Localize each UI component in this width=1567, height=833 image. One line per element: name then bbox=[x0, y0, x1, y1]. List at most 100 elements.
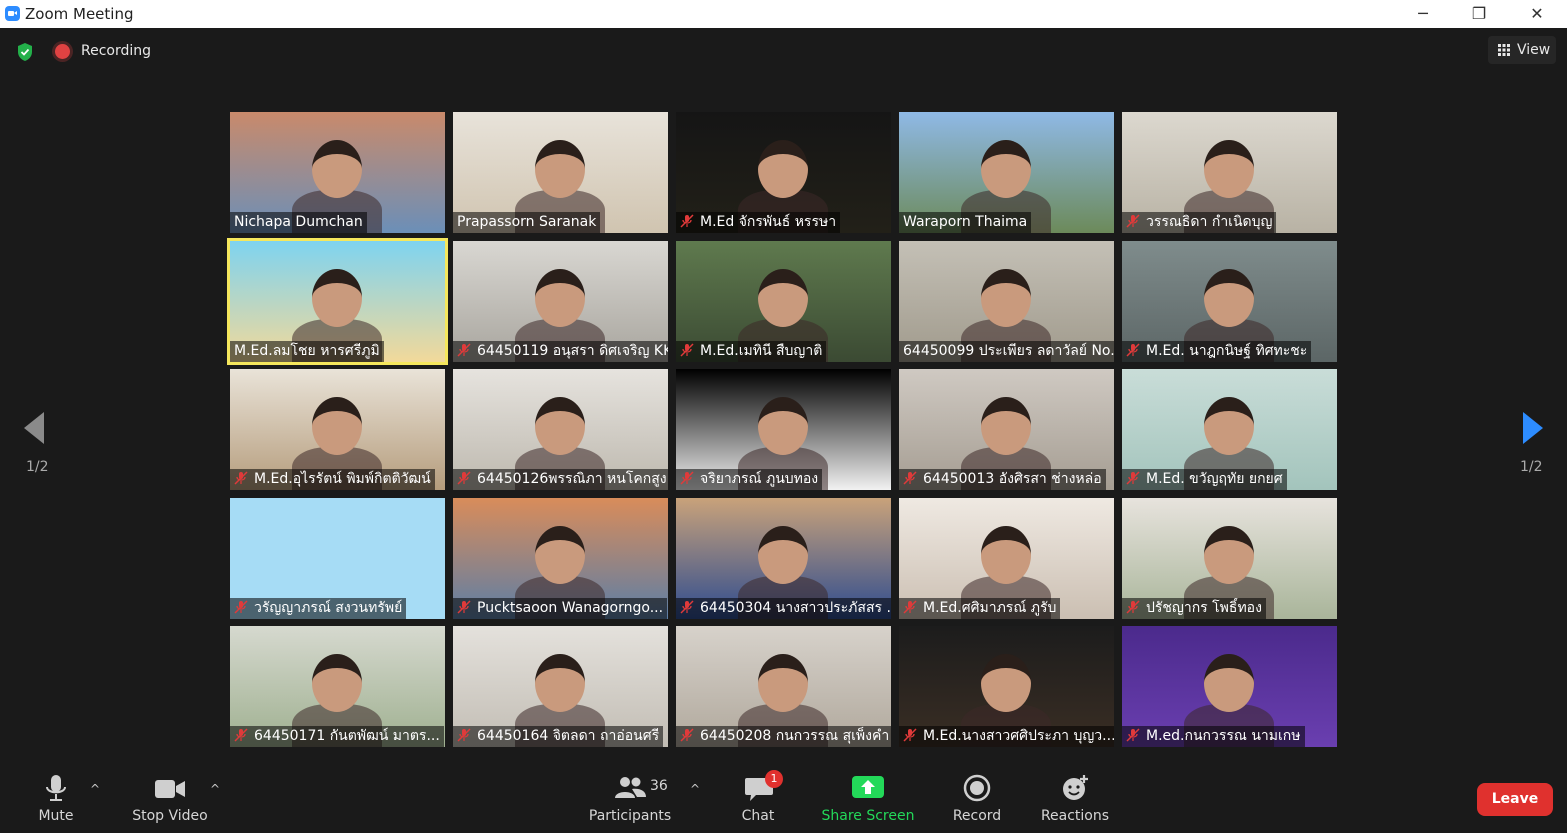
page-indicator-left: 1/2 bbox=[26, 459, 49, 475]
participant-tile[interactable]: Nichapa Dumchan bbox=[230, 112, 445, 233]
view-label: View bbox=[1517, 42, 1551, 58]
grid-view-icon bbox=[1498, 44, 1510, 56]
participants-button[interactable]: Participants bbox=[585, 766, 675, 833]
participant-tile[interactable]: 64450208 กนกวรรณ สุเพ็งคำ bbox=[676, 626, 891, 747]
participant-name-label: วรรณธิดา กำเนิดบุญ bbox=[1122, 212, 1277, 233]
participant-name-label: M.ed.กนกวรรณ นามเกษ bbox=[1122, 726, 1305, 747]
participant-tile[interactable]: จริยาภรณ์ ภูนบทอง bbox=[676, 369, 891, 490]
participant-name: M.Ed. ขวัญฤทัย ยกยศ bbox=[1146, 471, 1283, 487]
page-indicator-right: 1/2 bbox=[1520, 459, 1543, 475]
participant-name: M.Ed. นาฎกนิษฐ์ ทิศทะชะ bbox=[1146, 343, 1308, 359]
participant-name: Nichapa Dumchan bbox=[234, 214, 363, 230]
participant-video-face bbox=[758, 397, 808, 455]
previous-page-arrow-icon[interactable] bbox=[22, 410, 46, 446]
muted-mic-icon bbox=[457, 600, 471, 614]
audio-options-caret-icon[interactable]: ^ bbox=[90, 782, 100, 796]
record-button[interactable]: Record bbox=[946, 766, 1008, 833]
participant-name-label: 64450119 อนุสรา ดิศเจริญ KK bbox=[453, 341, 668, 362]
next-page-arrow-icon[interactable] bbox=[1521, 410, 1545, 446]
reactions-label: Reactions bbox=[1040, 808, 1110, 824]
participant-tile[interactable]: 64450164 จิตลดา ถาอ่อนศรี bbox=[453, 626, 668, 747]
participant-name: 64450013 อังศิรสา ช่างหล่อ bbox=[923, 471, 1102, 487]
participant-name-label: 64450208 กนกวรรณ สุเพ็งคำ bbox=[676, 726, 891, 747]
muted-mic-icon bbox=[1126, 471, 1140, 485]
participant-count: 36 bbox=[650, 778, 668, 794]
participant-video-face bbox=[312, 269, 362, 327]
participant-video-face bbox=[981, 654, 1031, 712]
participant-tile[interactable]: 64450304 นางสาวประภัสสร ... bbox=[676, 498, 891, 619]
muted-mic-icon bbox=[903, 471, 917, 485]
participant-tile[interactable]: M.ed.กนกวรรณ นามเกษ bbox=[1122, 626, 1337, 747]
participant-tile[interactable]: 64450099 ประเพียร ลดาวัลย์ No... bbox=[899, 241, 1114, 362]
encryption-shield-icon[interactable] bbox=[16, 42, 34, 62]
participant-tile[interactable]: M.Ed จักรพันธ์ หรรษา bbox=[676, 112, 891, 233]
participant-tile[interactable]: วรัญญาภรณ์ สงวนทรัพย์ bbox=[230, 498, 445, 619]
window-titlebar: Zoom Meeting ─ ❐ ✕ bbox=[0, 0, 1567, 28]
participants-icon bbox=[615, 777, 646, 798]
restore-button[interactable]: ❐ bbox=[1456, 0, 1502, 28]
participant-name: วรัญญาภรณ์ สงวนทรัพย์ bbox=[254, 600, 403, 616]
participant-name-label: จริยาภรณ์ ภูนบทอง bbox=[676, 469, 823, 490]
participant-video-face bbox=[981, 397, 1031, 455]
participant-tile[interactable]: วรรณธิดา กำเนิดบุญ bbox=[1122, 112, 1337, 233]
participant-name-label: ปรัชญากร โพธิ์ทอง bbox=[1122, 598, 1266, 619]
participant-tile[interactable]: M.Ed.ศศิมาภรณ์ ภูรับ bbox=[899, 498, 1114, 619]
muted-mic-icon bbox=[1126, 214, 1140, 228]
minimize-button[interactable]: ─ bbox=[1400, 0, 1446, 28]
reactions-button[interactable]: Reactions bbox=[1040, 766, 1110, 833]
participant-name: Waraporn Thaima bbox=[903, 214, 1028, 230]
participant-tile[interactable]: ปรัชญากร โพธิ์ทอง bbox=[1122, 498, 1337, 619]
participant-video-face bbox=[758, 140, 808, 198]
stop-video-button[interactable]: Stop Video bbox=[124, 766, 216, 833]
participant-name: 64450171 กันตพัฒน์ มาตร... bbox=[254, 728, 440, 744]
mute-button[interactable]: Mute bbox=[26, 766, 86, 833]
reactions-emoji-icon bbox=[1063, 775, 1088, 800]
muted-mic-icon bbox=[1126, 343, 1140, 357]
participants-options-caret-icon[interactable]: ^ bbox=[690, 782, 700, 796]
zoom-app-icon bbox=[5, 6, 20, 21]
share-screen-label: Share Screen bbox=[821, 808, 915, 824]
participant-video-face bbox=[1204, 140, 1254, 198]
participant-tile[interactable]: 64450013 อังศิรสา ช่างหล่อ bbox=[899, 369, 1114, 490]
share-screen-button[interactable]: Share Screen bbox=[818, 766, 918, 833]
participant-tile[interactable]: M.Ed.นางสาวศศิประภา บุญว... bbox=[899, 626, 1114, 747]
participant-name: M.Ed จักรพันธ์ หรรษา bbox=[700, 214, 837, 230]
stop-video-label: Stop Video bbox=[132, 808, 208, 824]
participant-tile[interactable]: Waraporn Thaima bbox=[899, 112, 1114, 233]
participant-tile[interactable]: M.Ed. ขวัญฤทัย ยกยศ bbox=[1122, 369, 1337, 490]
recording-dot-icon bbox=[55, 44, 70, 59]
participant-video-face bbox=[535, 269, 585, 327]
participants-label: Participants bbox=[588, 808, 672, 824]
participant-tile[interactable]: M.Ed.ลมโชย หารศรีภูมิ bbox=[227, 238, 448, 365]
muted-mic-icon bbox=[1126, 728, 1140, 742]
close-button[interactable]: ✕ bbox=[1514, 0, 1560, 28]
participant-tile[interactable]: Prapassorn Saranak bbox=[453, 112, 668, 233]
muted-mic-icon bbox=[1126, 600, 1140, 614]
participant-name: วรรณธิดา กำเนิดบุญ bbox=[1146, 214, 1273, 230]
participant-video-face bbox=[535, 526, 585, 584]
participant-name-label: 64450126พรรณิภา หนโคกสูง bbox=[453, 469, 668, 490]
participant-tile[interactable]: 64450126พรรณิภา หนโคกสูง bbox=[453, 369, 668, 490]
participant-name-label: Waraporn Thaima bbox=[899, 212, 1032, 233]
leave-button[interactable]: Leave bbox=[1477, 783, 1553, 816]
meeting-area: Recording View 1/2 1/2 Nichapa Dumchan Pr… bbox=[0, 28, 1567, 766]
participant-name-label: 64450164 จิตลดา ถาอ่อนศรี bbox=[453, 726, 664, 747]
video-camera-icon bbox=[155, 780, 185, 798]
participant-tile[interactable]: 64450171 กันตพัฒน์ มาตร... bbox=[230, 626, 445, 747]
view-button[interactable]: View bbox=[1488, 36, 1556, 64]
participant-name: M.Ed.อุไรรัตน์ พิมพ์กิตติวัฒน์ bbox=[254, 471, 431, 487]
participant-tile[interactable]: 64450119 อนุสรา ดิศเจริญ KK bbox=[453, 241, 668, 362]
participant-tile[interactable]: M.Ed.อุไรรัตน์ พิมพ์กิตติวัฒน์ bbox=[230, 369, 445, 490]
muted-mic-icon bbox=[680, 214, 694, 228]
recording-label[interactable]: Recording bbox=[81, 43, 151, 59]
video-options-caret-icon[interactable]: ^ bbox=[210, 782, 220, 796]
participant-video-face bbox=[312, 654, 362, 712]
participant-tile[interactable]: M.Ed. นาฎกนิษฐ์ ทิศทะชะ bbox=[1122, 241, 1337, 362]
participant-video-face bbox=[981, 269, 1031, 327]
muted-mic-icon bbox=[903, 600, 917, 614]
muted-mic-icon bbox=[903, 728, 917, 742]
participant-tile[interactable]: Pucktsaoon Wanagorngo... bbox=[453, 498, 668, 619]
participant-name-label: M.Ed.อุไรรัตน์ พิมพ์กิตติวัฒน์ bbox=[230, 469, 435, 490]
chat-label: Chat bbox=[741, 808, 775, 824]
participant-tile[interactable]: M.Ed.เมทินี สืบญาติ bbox=[676, 241, 891, 362]
